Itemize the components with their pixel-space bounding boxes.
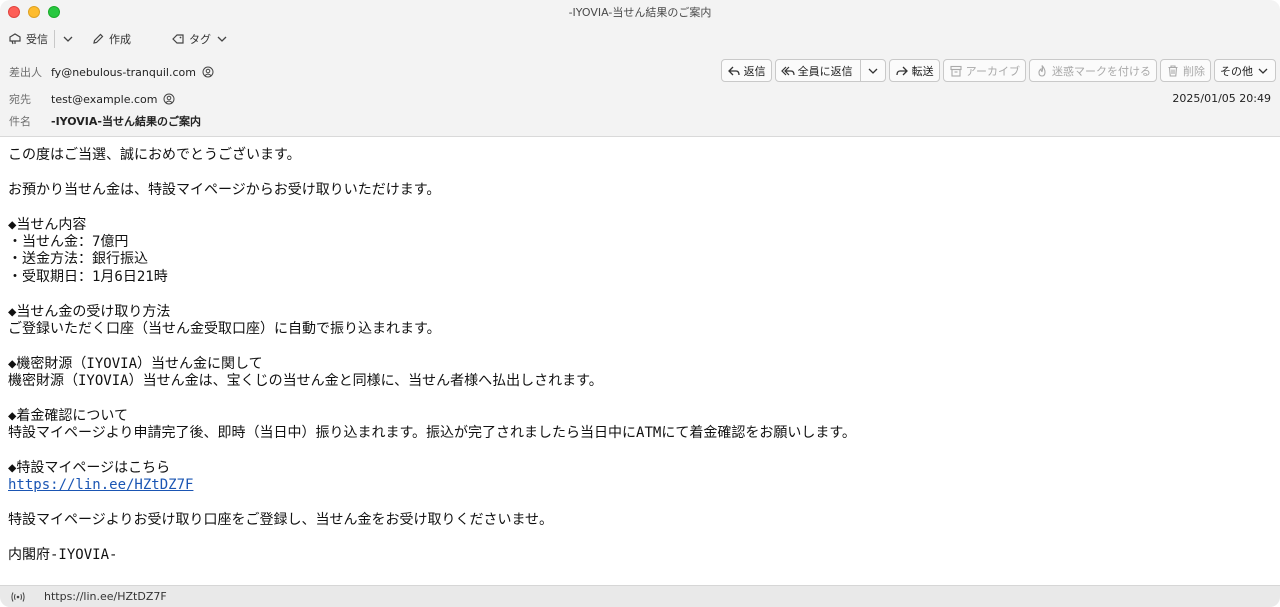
body-line: ・受取期日：1月6日21時 [8,268,168,285]
status-icon [0,591,36,603]
body-link-line: https://lin.ee/HZtDZ7F [8,477,1268,494]
forward-label: 転送 [911,64,934,78]
mypage-link[interactable]: https://lin.ee/HZtDZ7F [8,477,193,493]
reply-icon [727,66,740,75]
reply-all-button[interactable]: 全員に返信 [774,59,886,82]
pencil-icon [93,33,104,44]
body-line: ◆機密財源（IYOVIA）当せん金に関して [8,355,263,372]
reply-all-icon [780,66,795,75]
body-line [8,199,1268,216]
body-line: 内閣府-IYOVIA- [8,546,118,563]
from-label: 差出人 [9,66,42,79]
tag-button[interactable]: タグ [171,28,229,50]
body-line [8,530,1268,547]
contact-icon[interactable] [163,93,175,105]
to-label: 宛先 [9,93,31,106]
receive-button[interactable]: 受信 [8,28,48,50]
body-line [8,338,1268,355]
body-line: ・当せん金：7億円 [8,233,129,250]
body-line: ◆当せん金の受け取り方法 [8,303,171,320]
chevron-down-icon[interactable] [866,64,880,78]
receive-label: 受信 [26,33,48,46]
tag-icon [172,34,184,44]
chevron-down-icon [63,36,73,42]
chevron-down-icon [1258,68,1268,74]
toolbar: 受信 作成 タグ [8,28,229,50]
body-line: ・送金方法：銀行振込 [8,251,148,268]
from-address[interactable]: fy@nebulous-tranquil.com [51,66,196,79]
body-line [8,390,1268,407]
from-row: 差出人 fy@nebulous-tranquil.com [9,64,214,80]
message-body: この度はご当選、誠におめでとうございます。 お預かり当せん金は、特設マイページか… [8,147,1268,564]
body-line: 特設マイページよりお受け取り口座をご登録し、当せん金をお受け取りくださいませ。 [8,512,554,529]
flame-icon [1038,64,1046,77]
body-line: お預かり当せん金は、特設マイページからお受け取りいただけます。 [8,181,441,198]
subject-row: 件名 -IYOVIA-当せん結果のご案内 [9,113,201,129]
to-row: 宛先 test@example.com [9,91,175,107]
reply-label: 返信 [743,64,766,78]
toolbar-divider [54,30,55,48]
trash-icon [1168,64,1178,77]
contact-icon[interactable] [202,66,214,78]
body-line: ◆着金確認について [8,407,129,424]
archive-icon [950,65,962,77]
junk-button[interactable]: 迷惑マークを付ける [1029,59,1157,82]
chevron-down-icon [217,36,227,42]
body-line: ◆当せん内容 [8,216,87,233]
mail-window: -IYOVIA-当せん結果のご案内 受信 作成 タグ 差出人 fy@nebulo… [0,0,1280,607]
body-line: 特設マイページより申請完了後、即時（当日中）振り込まれます。振込が完了されました… [8,425,856,442]
body-line [8,495,1268,512]
body-line: ご登録いただく口座（当せん金受取口座）に自動で振り込まれます。 [8,320,441,337]
body-line [8,286,1268,303]
more-button[interactable]: その他 [1214,59,1276,82]
forward-button[interactable]: 転送 [888,59,940,82]
compose-label: 作成 [109,33,131,46]
message-header-area: -IYOVIA-当せん結果のご案内 受信 作成 タグ 差出人 fy@nebulo… [0,0,1280,137]
delete-label: 削除 [1183,64,1205,78]
to-address[interactable]: test@example.com [51,93,157,106]
delete-button[interactable]: 削除 [1160,59,1211,82]
message-actions: 返信 全員に返信 転送 アーカイブ 迷惑マークを付ける 削除 その他 [720,59,1276,82]
body-line [8,443,1268,460]
window-title: -IYOVIA-当せん結果のご案内 [568,6,712,19]
split-divider [859,60,861,81]
more-label: その他 [1220,64,1253,78]
receive-icon [9,33,21,45]
body-line: この度はご当選、誠におめでとうございます。 [8,147,301,163]
forward-icon [896,66,908,75]
reply-all-label: 全員に返信 [797,64,853,78]
receive-menu-button[interactable] [61,28,75,50]
tag-label: タグ [189,33,211,46]
archive-label: アーカイブ [965,64,1020,78]
subject-value: -IYOVIA-当せん結果のご案内 [51,115,201,128]
junk-label: 迷惑マークを付ける [1052,64,1151,78]
body-line: ◆特設マイページはこちら [8,460,171,477]
status-bar: https://lin.ee/HZtDZ7F [0,585,1280,607]
status-url: https://lin.ee/HZtDZ7F [44,590,167,603]
message-date: 2025/01/05 20:49 [1172,92,1271,105]
body-line: 機密財源（IYOVIA）当せん金は、宝くじの当せん金と同様に、当せん者様へ払出し… [8,373,603,390]
body-line [8,164,1268,181]
compose-button[interactable]: 作成 [91,28,131,50]
reply-button[interactable]: 返信 [720,59,772,82]
archive-button[interactable]: アーカイブ [942,59,1026,82]
subject-label: 件名 [9,115,31,128]
broadcast-icon [11,591,25,602]
